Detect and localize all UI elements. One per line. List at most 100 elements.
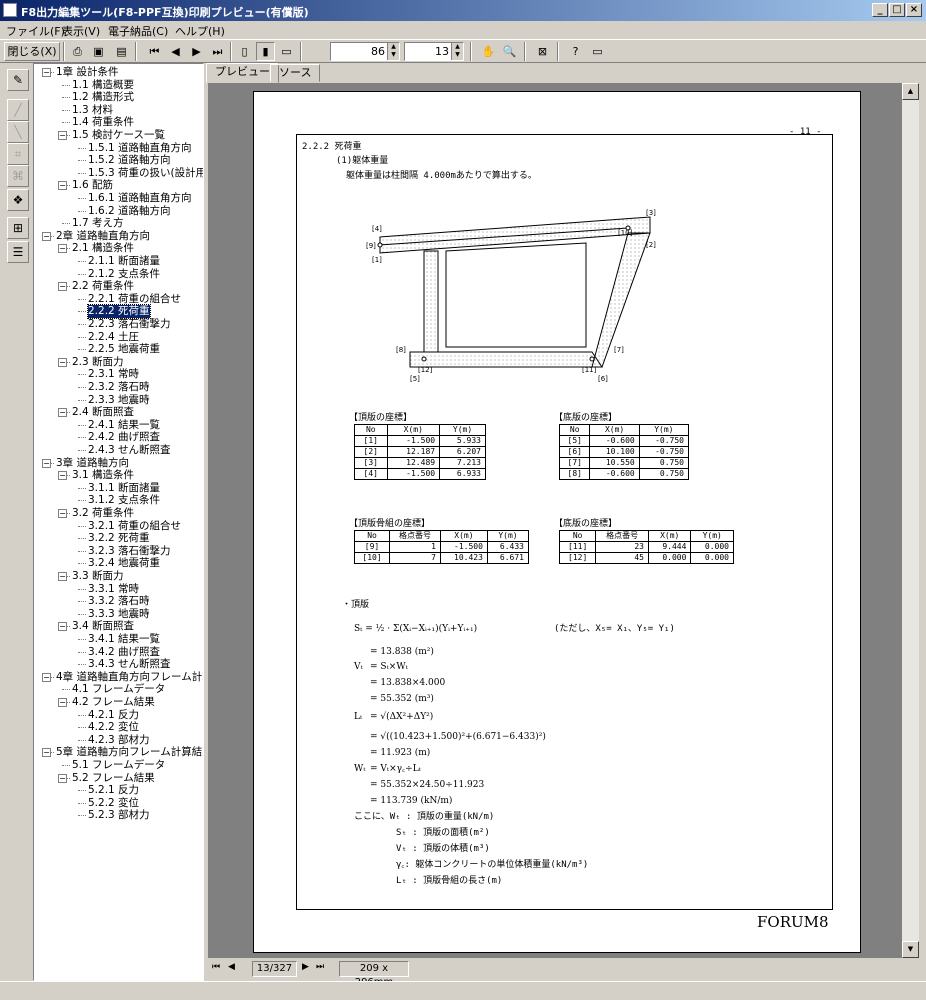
tree-node[interactable]: 2.2.4 土圧 [88,331,139,344]
spinner-arrows-icon[interactable]: ▲ ▼ [387,43,399,60]
tree-node[interactable]: 3.2 荷重条件 [72,507,134,520]
tree-node[interactable]: 2章 道路軸直角方向 [56,230,150,243]
tree-node[interactable]: 1.4 荷重条件 [72,116,134,129]
tree-node[interactable]: 1.2 構造形式 [72,91,134,104]
close-window-button[interactable]: × [906,3,922,17]
tree-node[interactable]: 1.5.2 道路軸方向 [88,154,171,167]
last-page-nav-icon[interactable]: ⏭ [316,962,324,972]
tree-node[interactable]: 4.1 フレームデータ [72,683,165,696]
help-icon[interactable]: ? [566,42,585,61]
tree-node[interactable]: 2.2.5 地震荷重 [88,343,160,356]
first-page-nav-icon[interactable]: ⏮ [212,962,220,972]
prev-page-nav-icon[interactable]: ◀ [228,962,235,972]
tree-node[interactable]: 1.5.1 道路軸直角方向 [88,142,192,155]
outline-tree[interactable]: 1章 設計条件 −1.1 構造概要 1.2 構造形式 1.3 材料 1.4 荷重条件 1.… [33,63,204,981]
multi-page-icon[interactable]: ▭ [277,42,296,61]
print-setup-icon[interactable]: ▤ [112,42,131,61]
tree-node[interactable]: 3.3 断面力 [72,570,124,583]
hand-icon[interactable]: ✋ [479,42,498,61]
tree-node[interactable]: 2.1.1 断面諸量 [88,255,160,268]
tool4-icon[interactable]: ⌗ [7,143,29,165]
tree-node[interactable]: 3.2.2 死荷重 [88,532,150,545]
tree-node[interactable]: 2.1.2 支点条件 [88,268,160,281]
tree-node[interactable]: 3.2.4 地震荷重 [88,557,160,570]
tree-node[interactable]: 1.6.1 道路軸直角方向 [88,192,192,205]
tree-node[interactable]: 3章 道路軸方向 [56,457,129,470]
collapse-toggle-icon[interactable]: − [58,572,67,581]
tree-node[interactable]: 2.2.1 荷重の組合せ [88,293,181,306]
menu-help[interactable]: ヘルプ(H) [175,23,225,39]
tree-node[interactable]: 1.5 検討ケース一覧 [72,129,165,142]
save-icon[interactable]: ▣ [89,42,108,61]
info-icon[interactable]: ▭ [588,42,607,61]
maximize-button[interactable]: □ [889,3,905,17]
first-page-icon[interactable]: ⏮ [145,42,164,61]
preview-area[interactable]: - 11 - 2.2.2 死荷重 (1)躯体重量 躯体重量は柱間隔 4.000m… [208,83,902,958]
single-page-icon[interactable]: ▯ [235,42,254,61]
tree-node[interactable]: 3.1 構造条件 [72,469,134,482]
stamp-icon[interactable]: ❖ [7,189,29,211]
scroll-down-icon[interactable]: ▼ [902,941,919,958]
tree-node[interactable]: 5.2 フレーム結果 [72,772,155,785]
collapse-toggle-icon[interactable]: − [42,458,51,468]
tree-node[interactable]: 5.2.3 部材力 [88,809,150,822]
collapse-toggle-icon[interactable]: − [42,231,51,241]
tree-node[interactable]: 2.2.2 死荷重 [87,304,151,320]
next-page-nav-icon[interactable]: ▶ [302,962,309,972]
tree-node[interactable]: 1.1 構造概要 [72,79,134,92]
close-preview-button[interactable]: 閉じる(X) [4,42,60,61]
tree-node[interactable]: 5.2.1 反力 [88,784,139,797]
next-page-icon[interactable]: ▶ [187,42,206,61]
tree-node[interactable]: 2.3.3 地震時 [88,394,150,407]
tool5-icon[interactable]: ⌘ [7,165,29,187]
collapse-toggle-icon[interactable]: − [58,509,67,518]
menu-view[interactable]: 表示(V) [62,23,100,39]
tree-node[interactable]: 2.4 断面照査 [72,406,134,419]
vertical-scrollbar[interactable]: ▲ ▼ [902,83,919,958]
minimize-button[interactable]: _ [872,3,888,17]
collapse-toggle-icon[interactable]: − [58,131,67,140]
tree-node[interactable]: 2.3 断面力 [72,356,124,369]
collapse-toggle-icon[interactable]: − [58,181,67,191]
tree-node[interactable]: 5章 道路軸方向フレーム計算結果 [56,746,203,759]
tree-node[interactable]: 4.2.1 反力 [88,709,139,722]
line-icon[interactable]: ╱ [7,99,29,121]
tree-node[interactable]: 3.4.2 曲げ照査 [88,646,160,659]
pen-icon[interactable]: ✎ [7,69,29,91]
tree-node[interactable]: 3.3.3 地震時 [88,608,150,621]
tree-node[interactable]: 2.2 荷重条件 [72,280,134,293]
print-icon[interactable]: ⎙ [68,42,87,61]
tree-node[interactable]: 5.1 フレームデータ [72,759,165,772]
collapse-toggle-icon[interactable]: − [42,672,51,682]
collapse-toggle-icon[interactable]: − [42,748,51,758]
tree-node[interactable]: 1.3 材料 [72,104,113,117]
tree-node[interactable]: 3.3.1 常時 [88,583,139,596]
two-page-icon[interactable]: ▮ [256,42,275,61]
zoom-icon[interactable]: 🔍 [500,42,519,61]
tree-node[interactable]: 2.2.3 落石衝撃力 [88,318,171,331]
tree-node[interactable]: 3.1.1 断面諸量 [88,482,160,495]
prev-page-icon[interactable]: ◀ [166,42,185,61]
collapse-toggle-icon[interactable]: − [58,471,67,481]
tree-node[interactable]: 1章 設計条件 [56,66,119,79]
tree-node[interactable]: 3.4.3 せん断照査 [88,658,171,671]
tree-node[interactable]: 4章 道路軸直角方向フレーム計算 [56,671,203,684]
tree-node[interactable]: 4.2.2 変位 [88,721,139,734]
tree-node[interactable]: 1.7 考え方 [72,217,124,230]
tree-node[interactable]: 2.4.3 せん断照査 [88,444,171,457]
collapse-toggle-icon[interactable]: − [58,282,67,292]
collapse-toggle-icon[interactable]: − [58,244,67,254]
tree-node[interactable]: 1.6 配筋 [72,179,113,192]
tree-node[interactable]: 3.4.1 結果一覧 [88,633,160,646]
tree-node[interactable]: 4.2 フレーム結果 [72,696,155,709]
collapse-toggle-icon[interactable]: − [58,622,67,632]
tree-node[interactable]: 5.2.2 変位 [88,797,139,810]
line2-icon[interactable]: ╲ [7,121,29,143]
last-page-icon[interactable]: ⏭ [208,42,227,61]
tree-node[interactable]: 3.2.3 落石衝撃力 [88,545,171,558]
tree-node[interactable]: 2.4.2 曲げ照査 [88,431,160,444]
tree-node[interactable]: 3.3.2 落石時 [88,595,150,608]
page-spinner[interactable]: 13 ▲ ▼ [404,42,464,61]
collapse-toggle-icon[interactable]: − [58,773,67,783]
tree-icon[interactable]: ⊞ [7,217,29,239]
